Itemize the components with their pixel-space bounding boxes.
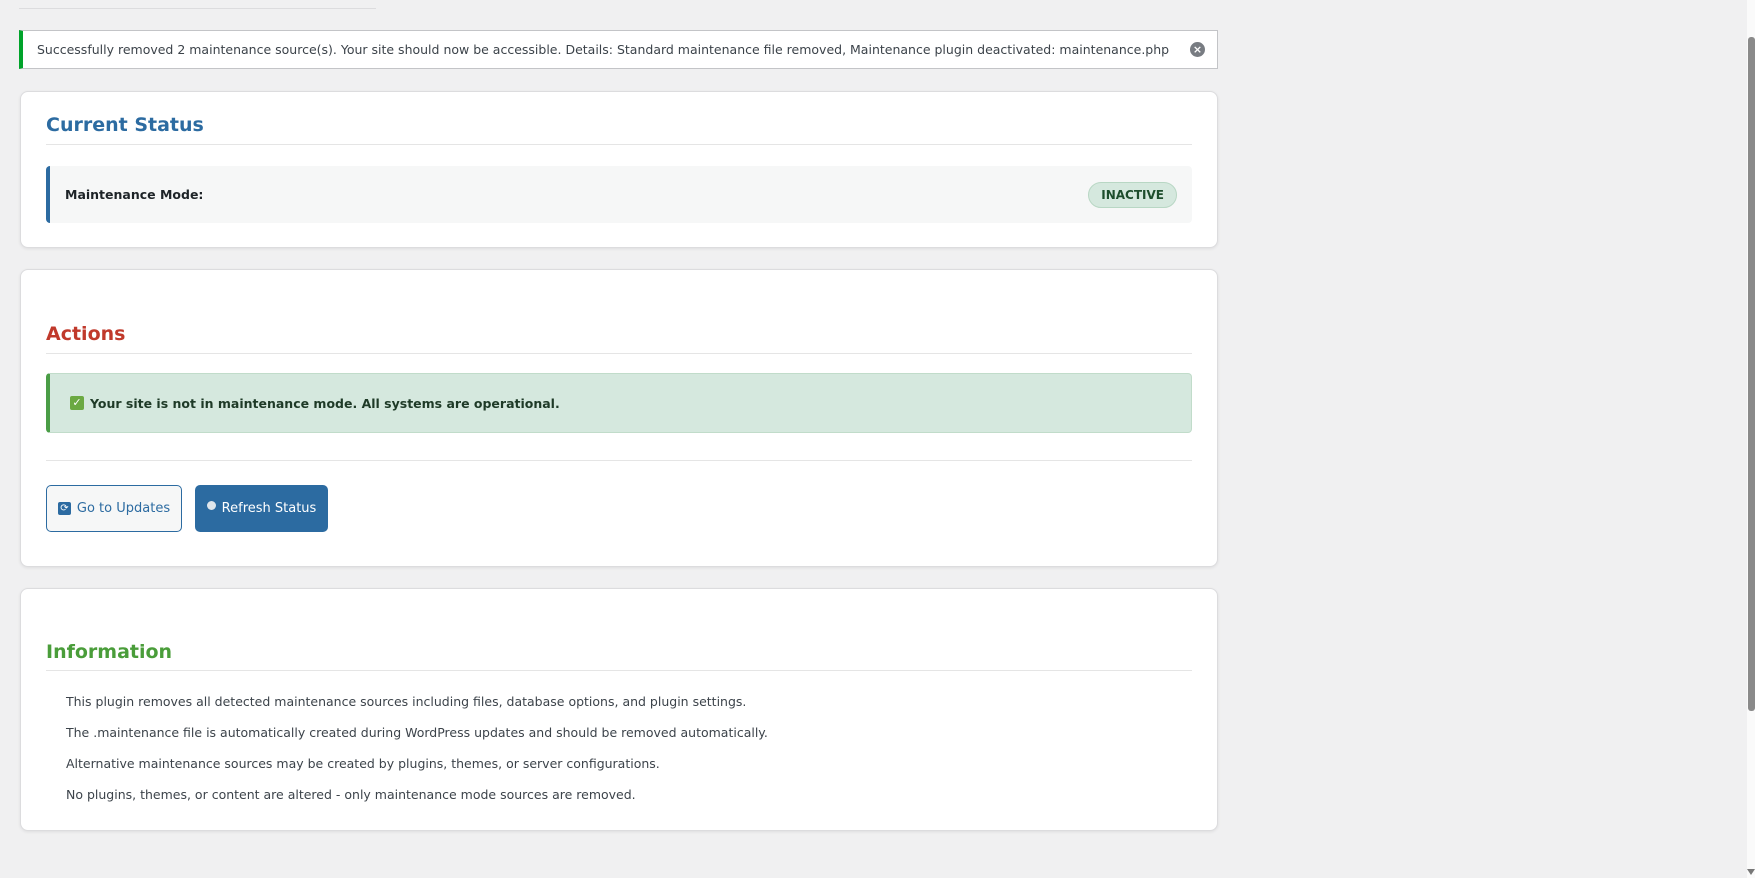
check-icon: ✓	[70, 396, 84, 410]
notice-text: Successfully removed 2 maintenance sourc…	[37, 42, 1170, 57]
info-line: The .maintenance file is automatically c…	[66, 725, 768, 740]
info-line: This plugin removes all detected mainten…	[66, 694, 747, 709]
button-label: Refresh Status	[221, 501, 317, 516]
go-to-updates-button[interactable]: ⟳ Go to Updates	[46, 485, 182, 532]
section-title: Information	[46, 641, 173, 663]
section-title: Current Status	[46, 114, 204, 136]
scroll-down-arrow-icon[interactable]	[1747, 869, 1755, 875]
refresh-icon: ⟳	[57, 502, 71, 515]
section-title: Actions	[46, 323, 126, 345]
success-notice: Successfully removed 2 maintenance sourc…	[19, 30, 1218, 69]
divider	[46, 353, 1192, 354]
status-badge: INACTIVE	[1088, 181, 1177, 208]
current-status-card: Current Status Maintenance Mode: INACTIV…	[20, 91, 1218, 248]
operational-message: ✓ Your site is not in maintenance mode. …	[46, 373, 1192, 433]
divider	[46, 460, 1192, 461]
info-line: Alternative maintenance sources may be c…	[66, 756, 660, 771]
button-label: Go to Updates	[76, 501, 171, 516]
maintenance-mode-label: Maintenance Mode:	[65, 187, 204, 202]
divider	[46, 144, 1192, 145]
scrollbar[interactable]	[1747, 0, 1755, 878]
actions-card: Actions ✓ Your site is not in maintenanc…	[20, 269, 1218, 567]
maintenance-mode-row: Maintenance Mode: INACTIVE	[46, 166, 1192, 223]
refresh-status-button[interactable]: Refresh Status	[195, 485, 328, 532]
close-circle-icon[interactable]: ×	[1190, 42, 1205, 57]
divider	[19, 8, 376, 9]
divider	[46, 670, 1192, 671]
info-line: No plugins, themes, or content are alter…	[66, 787, 636, 802]
operational-text: Your site is not in maintenance mode. Al…	[90, 395, 560, 411]
information-card: Information This plugin removes all dete…	[20, 588, 1218, 831]
scrollbar-thumb[interactable]	[1748, 37, 1755, 711]
search-icon	[206, 501, 216, 510]
